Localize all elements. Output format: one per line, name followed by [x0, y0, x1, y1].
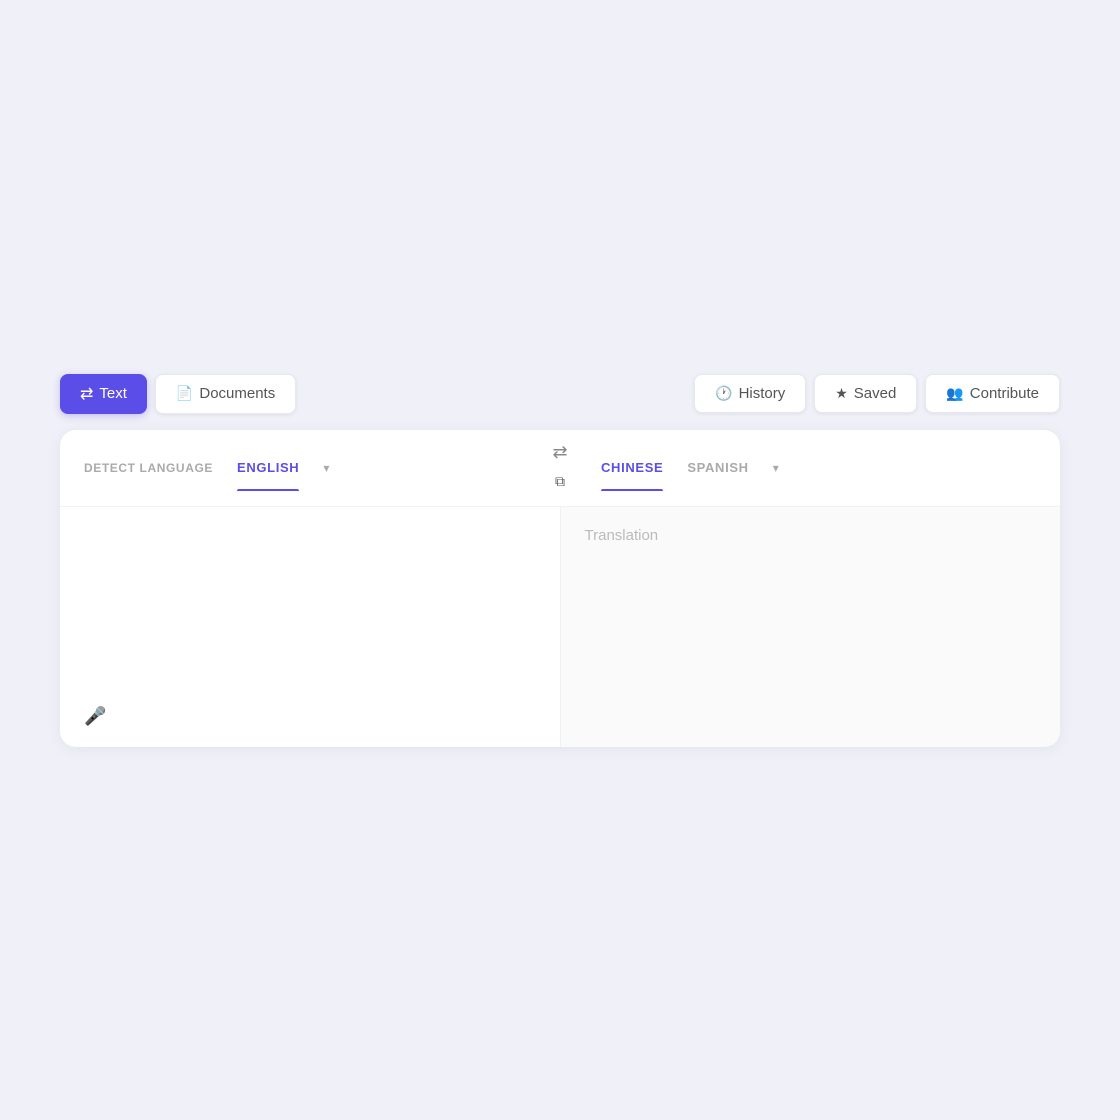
- copy-icon[interactable]: ⧉: [551, 469, 569, 494]
- saved-button[interactable]: ★ Saved: [814, 374, 917, 413]
- language-bar: DETECT LANGUAGE ENGLISH ▾ ⇄ ⧉ CHINESE SP…: [60, 430, 1060, 507]
- swap-divider: ⇄ ⧉: [543, 430, 577, 506]
- target-chevron-icon: ▾: [773, 461, 779, 475]
- source-lang-panel: DETECT LANGUAGE ENGLISH ▾: [60, 444, 543, 491]
- detect-language-option[interactable]: DETECT LANGUAGE: [84, 445, 213, 491]
- chinese-language-tab[interactable]: CHINESE: [601, 444, 663, 491]
- swap-languages-icon[interactable]: ⇄: [552, 442, 567, 463]
- text-tab-label: Text: [99, 385, 127, 402]
- history-button[interactable]: 🕐 History: [694, 374, 806, 413]
- documents-tab-label: Documents: [199, 385, 275, 402]
- contribute-label: Contribute: [970, 385, 1039, 402]
- target-text-panel: Translation: [561, 507, 1061, 747]
- microphone-icon[interactable]: 🎤: [84, 706, 106, 727]
- target-language-dropdown[interactable]: ▾: [773, 461, 779, 475]
- contribute-button[interactable]: 👥 Contribute: [925, 374, 1060, 413]
- toolbar-right: 🕐 History ★ Saved 👥 Contribute: [694, 374, 1060, 413]
- toolbar-left: ⇄ Text 📄 Documents: [60, 374, 296, 414]
- english-language-tab[interactable]: ENGLISH: [237, 444, 299, 491]
- documents-tab-button[interactable]: 📄 Documents: [155, 374, 296, 414]
- text-tab-button[interactable]: ⇄ Text: [60, 374, 147, 414]
- target-lang-panel: CHINESE SPANISH ▾: [577, 444, 1060, 491]
- people-icon: 👥: [946, 385, 963, 402]
- translation-card: DETECT LANGUAGE ENGLISH ▾ ⇄ ⧉ CHINESE SP…: [60, 430, 1060, 747]
- source-text-panel: 🎤: [60, 507, 561, 747]
- source-text-input[interactable]: [84, 527, 536, 707]
- saved-label: Saved: [854, 385, 897, 402]
- translation-output: Translation: [585, 527, 659, 544]
- history-icon: 🕐: [715, 385, 732, 402]
- text-panels: 🎤 Translation: [60, 507, 1060, 747]
- history-label: History: [739, 385, 786, 402]
- source-language-dropdown[interactable]: ▾: [323, 461, 329, 475]
- app-container: ⇄ Text 📄 Documents 🕐 History ★ Saved 👥 C…: [60, 374, 1060, 747]
- toolbar: ⇄ Text 📄 Documents 🕐 History ★ Saved 👥 C…: [60, 374, 1060, 414]
- translate-icon: ⇄: [80, 384, 93, 404]
- star-icon: ★: [835, 385, 848, 402]
- document-icon: 📄: [176, 385, 193, 402]
- spanish-language-tab[interactable]: SPANISH: [687, 444, 748, 491]
- source-chevron-icon: ▾: [323, 461, 329, 475]
